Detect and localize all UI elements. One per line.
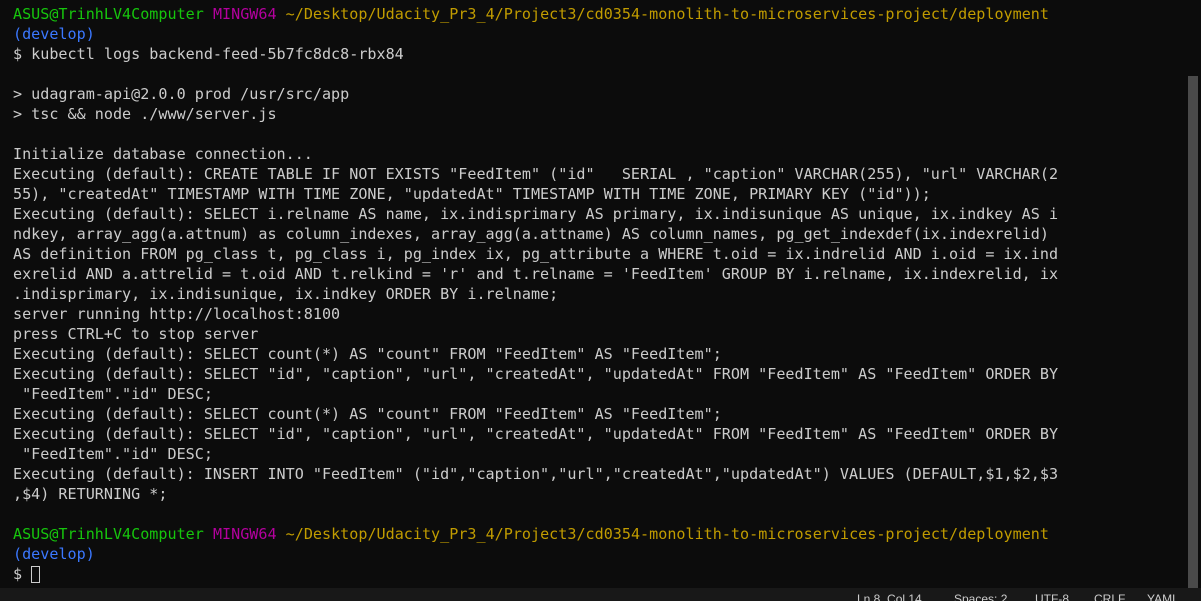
output-line: Executing (default): CREATE TABLE IF NOT… <box>13 165 1059 183</box>
output-line: .indisprimary, ix.indisunique, ix.indkey… <box>13 285 559 303</box>
output-line: > tsc && node ./www/server.js <box>13 105 277 123</box>
input-line[interactable]: $ <box>13 564 1182 584</box>
command-line: $ kubectl logs backend-feed-5b7fc8dc8-rb… <box>13 45 404 63</box>
prompt-path: ~/Desktop/Udacity_Pr3_4/Project3/cd0354-… <box>285 5 1049 23</box>
indentation-status[interactable]: Spaces: 2 <box>954 592 1007 601</box>
prompt-branch: (develop) <box>13 545 95 563</box>
output-line: Executing (default): SELECT "id", "capti… <box>13 425 1059 443</box>
output-line: AS definition FROM pg_class t, pg_class … <box>13 245 1059 263</box>
status-bar: Ln 8, Col 14 Spaces: 2 UTF-8 CRLF YAML <box>0 588 1201 601</box>
output-line: ndkey, array_agg(a.attnum) as column_ind… <box>13 225 1049 243</box>
prompt-host: MINGW64 <box>212 525 277 543</box>
output-line: > udagram-api@2.0.0 prod /usr/src/app <box>13 85 350 103</box>
prompt-line: ASUS@TrinhLV4Computer MINGW64 ~/Desktop/… <box>13 524 1182 544</box>
output-line: Initialize database connection... <box>13 145 313 163</box>
eol-status[interactable]: CRLF <box>1094 592 1125 601</box>
output-line: "FeedItem"."id" DESC; <box>13 445 213 463</box>
output-line: Executing (default): INSERT INTO "FeedIt… <box>13 465 1059 483</box>
prompt-branch: (develop) <box>13 25 95 43</box>
output-line: Executing (default): SELECT count(*) AS … <box>13 405 722 423</box>
output-line: ,$4) RETURNING *; <box>13 485 168 503</box>
output-line: press CTRL+C to stop server <box>13 325 259 343</box>
output-line: Executing (default): SELECT "id", "capti… <box>13 365 1059 383</box>
prompt-line: ASUS@TrinhLV4Computer MINGW64 ~/Desktop/… <box>13 4 1182 24</box>
output-line: 55), "createdAt" TIMESTAMP WITH TIME ZON… <box>13 185 931 203</box>
language-mode-status[interactable]: YAML <box>1147 592 1179 601</box>
output-line: server running http://localhost:8100 <box>13 305 341 323</box>
prompt-path: ~/Desktop/Udacity_Pr3_4/Project3/cd0354-… <box>285 525 1049 543</box>
output-line: exrelid AND a.attrelid = t.oid AND t.rel… <box>13 265 1059 283</box>
prompt-host: MINGW64 <box>212 5 277 23</box>
encoding-status[interactable]: UTF-8 <box>1035 592 1069 601</box>
prompt-user: ASUS@TrinhLV4Computer <box>13 525 204 543</box>
output-line: Executing (default): SELECT count(*) AS … <box>13 345 722 363</box>
scrollbar-thumb[interactable] <box>1188 76 1198 588</box>
prompt-symbol: $ <box>13 565 32 583</box>
prompt-user: ASUS@TrinhLV4Computer <box>13 5 204 23</box>
output-line: Executing (default): SELECT i.relname AS… <box>13 205 1059 223</box>
terminal-output: > udagram-api@2.0.0 prod /usr/src/app > t… <box>13 64 1182 524</box>
terminal-panel[interactable]: ASUS@TrinhLV4Computer MINGW64 ~/Desktop/… <box>0 4 1182 588</box>
terminal-cursor[interactable] <box>31 566 41 583</box>
terminal-scrollbar[interactable] <box>1184 0 1201 588</box>
output-line: "FeedItem"."id" DESC; <box>13 385 213 403</box>
cursor-position-status[interactable]: Ln 8, Col 14 <box>857 592 922 601</box>
